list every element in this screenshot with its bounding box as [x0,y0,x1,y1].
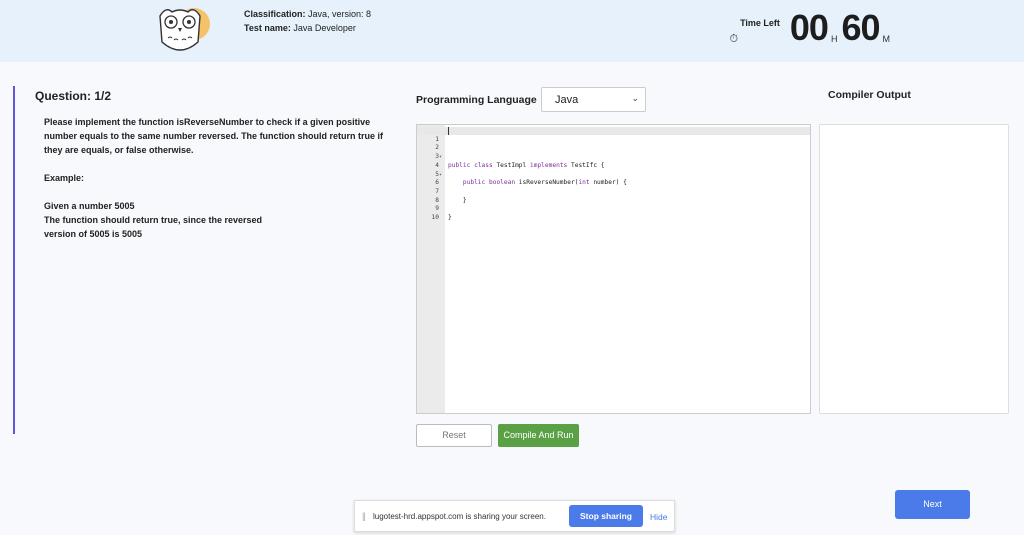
question-description: Please implement the function isReverseN… [44,117,384,155]
question-title: Question: 1/2 [35,89,112,103]
testname-value: Java Developer [293,23,356,33]
code-editor[interactable]: 1 2 ▾ public class TestImpl implements T… [416,124,811,414]
screen-share-bar: || lugotest-hrd.appspot.com is sharing y… [354,500,675,532]
reset-button[interactable]: Reset [416,424,492,447]
chevron-down-icon: ⌄ [631,93,639,103]
test-meta: Classification: Java, version: 8 Test na… [244,7,371,35]
time-left-label: Time Left [740,18,780,28]
code-line: 4 ▾ public boolean isReverseNumber(int n… [417,153,810,186]
header: Classification: Java, version: 8 Test na… [0,0,1024,62]
hours-value: 00 [789,7,829,48]
code-line: 9 } [417,197,810,221]
example-line: version of 5005 is 5005 [44,229,143,239]
owl-icon [159,8,210,51]
compiler-output-title: Compiler Output [828,89,911,101]
code-line: 7 } [417,179,810,204]
code-text: } [448,214,452,221]
example-line: The function should return true, since t… [44,215,263,225]
next-button[interactable]: Next [895,490,970,519]
stopwatch-icon: ⏱ [729,33,739,45]
hide-link[interactable]: Hide [650,512,667,522]
stop-sharing-button[interactable]: Stop sharing [569,505,643,527]
line-number: 10 [431,214,439,221]
example-label: Example: [44,173,85,183]
minutes-value: 60 [841,7,880,48]
question-accent-bar [13,86,15,434]
timer: ⏱ Time Left 00 H 60 M [729,10,894,46]
classification-value: Java, version: 8 [308,9,372,19]
language-selected: Java [555,94,579,106]
language-select[interactable]: Java ⌄ [541,87,646,112]
example-line: Given a number 5005 [44,201,135,211]
code-line: 10 [417,205,810,221]
classification-label: Classification: [244,9,306,19]
drag-handle-icon[interactable]: || [362,511,366,521]
compiler-output-panel [819,124,1009,414]
programming-language-label: Programming Language [416,94,537,106]
code-line: 2 ▾ public class TestImpl implements Tes… [417,136,810,168]
testname-label: Test name: [244,23,291,33]
hours-unit: H [830,34,838,44]
code-line: 8 [417,188,810,204]
code-line: 5 [417,162,810,178]
code-line: 3 [417,144,810,160]
minutes-unit: M [882,34,891,44]
code-line: 6 [417,171,810,186]
code-line: 1 [417,127,810,143]
compile-and-run-button[interactable]: Compile And Run [498,424,579,447]
question-text: Please implement the function isReverseN… [44,115,384,241]
share-status-text: lugotest-hrd.appspot.com is sharing your… [373,512,546,521]
